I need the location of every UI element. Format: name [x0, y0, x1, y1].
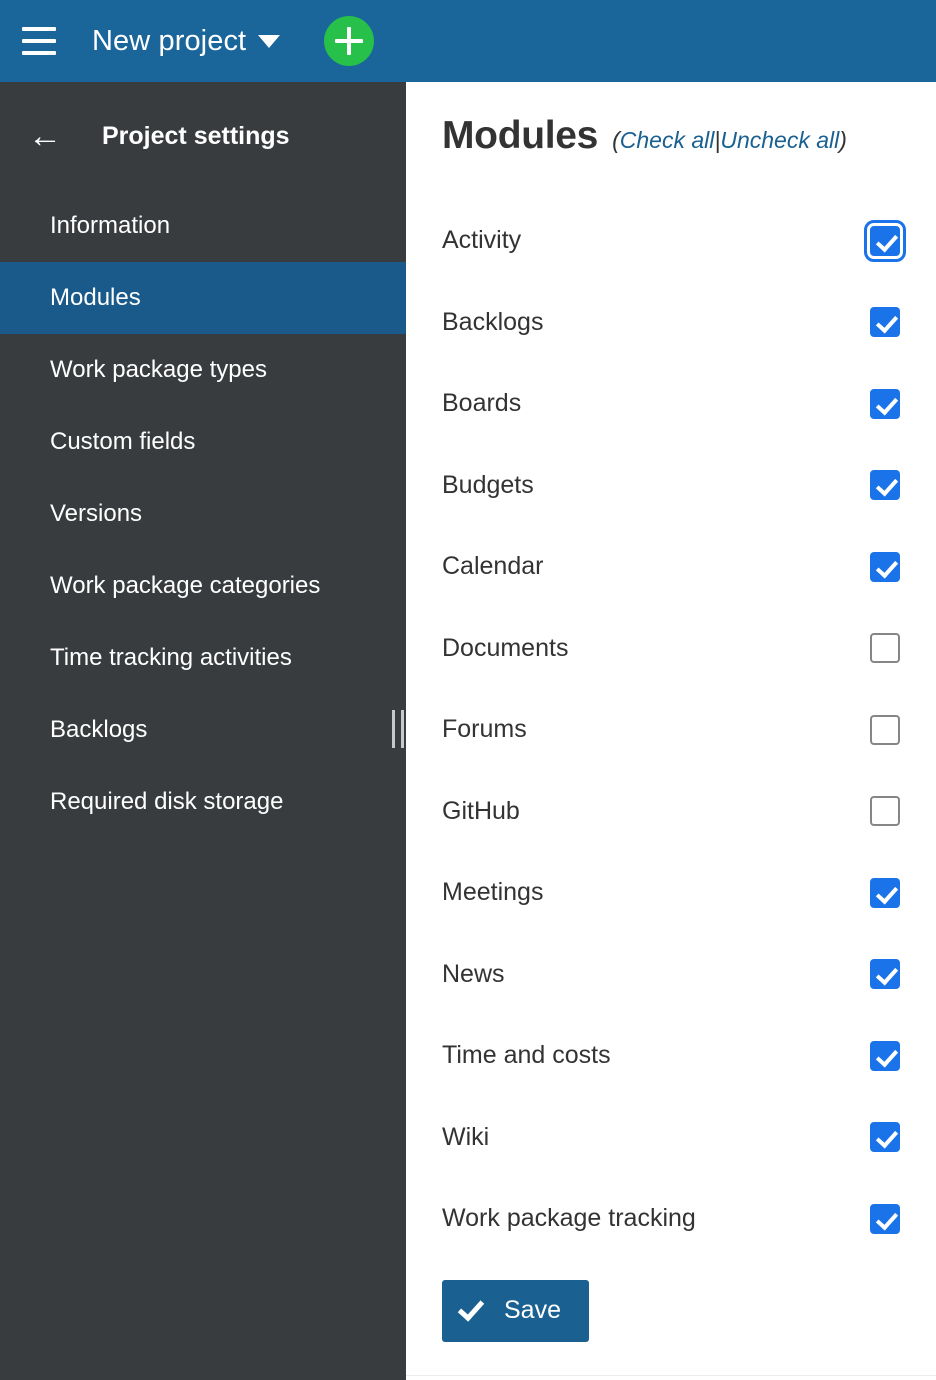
check-all-link[interactable]: Check all	[620, 127, 715, 153]
module-label: Wiki	[442, 1122, 490, 1151]
page-heading: Modules (Check all|Uncheck all)	[406, 82, 936, 158]
module-checkbox[interactable]	[870, 551, 900, 582]
module-checkbox[interactable]	[870, 1040, 900, 1071]
page-title: Modules	[442, 114, 599, 157]
module-checkbox[interactable]	[870, 470, 900, 501]
module-checkbox[interactable]	[870, 714, 900, 745]
module-label: Forums	[442, 715, 527, 744]
main-content: Modules (Check all|Uncheck all) Activity…	[406, 82, 936, 1380]
project-selector[interactable]: New project	[92, 10, 281, 72]
module-label: Activity	[442, 226, 522, 255]
module-checkbox[interactable]	[870, 796, 900, 827]
plus-icon	[347, 27, 352, 55]
sidebar-header: ← Project settings	[0, 82, 406, 190]
module-checkbox[interactable]	[864, 219, 906, 262]
module-row: Meetings	[406, 852, 936, 934]
sidebar-item-required-disk-storage[interactable]: Required disk storage	[0, 766, 406, 838]
module-label: News	[442, 959, 505, 988]
modules-list: Activity Backlogs Boards Budgets Calendar Doc…	[406, 200, 936, 1260]
module-row: Wiki	[406, 1097, 936, 1179]
hamburger-bar	[22, 51, 56, 55]
module-label: Backlogs	[442, 307, 544, 336]
check-icon	[457, 1293, 485, 1322]
module-checkbox[interactable]	[870, 1203, 900, 1234]
module-row: Time and costs	[406, 1015, 936, 1097]
hamburger-bar	[22, 27, 56, 31]
sidebar-item-backlogs[interactable]: Backlogs	[0, 694, 406, 766]
module-label: Calendar	[442, 552, 544, 581]
save-button[interactable]: Save	[442, 1279, 589, 1342]
module-row: Activity	[406, 200, 936, 282]
module-row: Boards	[406, 363, 936, 445]
module-checkbox[interactable]	[870, 1122, 900, 1153]
module-checkbox[interactable]	[870, 388, 900, 419]
module-checkbox[interactable]	[870, 877, 900, 908]
check-all-links: (Check all|Uncheck all)	[612, 127, 847, 154]
sidebar-item-custom-fields[interactable]: Custom fields	[0, 406, 406, 478]
hamburger-icon[interactable]	[8, 10, 70, 72]
module-label: Boards	[442, 389, 522, 418]
add-button[interactable]	[324, 16, 375, 66]
sidebar-item-modules[interactable]: Modules	[0, 262, 406, 334]
sidebar-item-work-package-types[interactable]: Work package types	[0, 334, 406, 406]
chevron-down-icon	[258, 34, 281, 48]
sidebar-item-versions[interactable]: Versions	[0, 478, 406, 550]
open-paren: (	[612, 127, 620, 153]
uncheck-all-link[interactable]: Uncheck all	[720, 127, 839, 153]
module-checkbox[interactable]	[870, 633, 900, 664]
sidebar-title: Project settings	[102, 121, 290, 150]
module-row: Forums	[406, 689, 936, 771]
module-row: Budgets	[406, 445, 936, 527]
sidebar: ← Project settings Information Modules W…	[0, 82, 406, 1380]
module-row: News	[406, 934, 936, 1016]
module-row: Calendar	[406, 526, 936, 608]
sidebar-item-time-tracking-activities[interactable]: Time tracking activities	[0, 622, 406, 694]
module-label: Documents	[442, 633, 569, 662]
module-row: Work package tracking	[406, 1178, 936, 1260]
sidebar-item-information[interactable]: Information	[0, 190, 406, 262]
sidebar-resize-handle[interactable]	[392, 710, 404, 748]
sidebar-item-work-package-categories[interactable]: Work package categories	[0, 550, 406, 622]
module-label: Time and costs	[442, 1041, 611, 1070]
resize-grip-bar	[392, 710, 395, 748]
sidebar-nav: Information Modules Work package types C…	[0, 190, 406, 838]
top-bar: New project	[0, 0, 936, 82]
resize-grip-bar	[401, 710, 404, 748]
save-button-label: Save	[504, 1296, 561, 1324]
module-checkbox[interactable]	[870, 307, 900, 338]
project-name-label: New project	[92, 24, 247, 57]
module-row: Backlogs	[406, 282, 936, 364]
module-row: GitHub	[406, 771, 936, 853]
module-row: Documents	[406, 608, 936, 690]
close-paren: )	[839, 127, 847, 153]
bottom-divider	[406, 1375, 936, 1376]
module-label: Budgets	[442, 470, 534, 499]
module-label: GitHub	[442, 796, 520, 825]
module-label: Work package tracking	[442, 1204, 696, 1233]
module-checkbox[interactable]	[870, 959, 900, 990]
hamburger-bar	[22, 39, 56, 43]
save-row: Save	[406, 1279, 936, 1342]
module-label: Meetings	[442, 878, 544, 907]
arrow-left-icon[interactable]: ←	[22, 113, 68, 159]
